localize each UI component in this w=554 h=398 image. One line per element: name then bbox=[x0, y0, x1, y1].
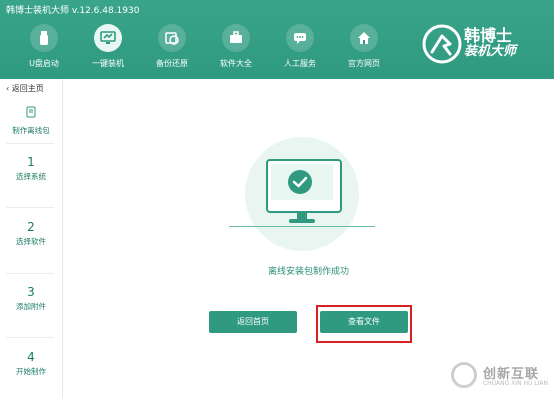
step-make-offline-package: 制作离线包 bbox=[0, 103, 62, 136]
step-number: 2 bbox=[27, 220, 35, 234]
highlight-box bbox=[316, 305, 412, 343]
nav-label: 备份还原 bbox=[156, 59, 188, 68]
step-label: 选择系统 bbox=[16, 172, 46, 181]
chat-service-icon bbox=[286, 24, 314, 52]
watermark-en: CHUANG XIN HU LIAN bbox=[482, 380, 548, 387]
back-home-link[interactable]: ‹ 返回主页 bbox=[6, 83, 44, 94]
software-briefcase-icon bbox=[222, 24, 250, 52]
backup-restore-icon bbox=[158, 24, 186, 52]
step-select-software: 2 选择软件 bbox=[0, 221, 62, 247]
step-divider bbox=[6, 273, 54, 274]
return-home-button[interactable]: 返回首页 bbox=[209, 311, 297, 333]
package-icon bbox=[0, 103, 62, 122]
nav-label: 一键装机 bbox=[92, 59, 124, 68]
brand-sub: 装机大师 bbox=[464, 44, 517, 59]
step-add-attachments: 3 添加附件 bbox=[0, 286, 62, 312]
watermark-logo-icon bbox=[450, 362, 477, 388]
main-content: 离线安装包制作成功 返回首页 查看文件 创新互联 CHUANG XIN HU L… bbox=[63, 79, 554, 398]
step-divider bbox=[6, 337, 54, 338]
monitor-install-icon bbox=[94, 24, 122, 52]
watermark-text: 创新互联 CHUANG XIN HU LIAN bbox=[483, 363, 548, 387]
nav-item-backup-restore[interactable]: 备份还原 bbox=[150, 24, 194, 69]
back-label: 返回主页 bbox=[11, 84, 44, 93]
watermark: 创新互联 CHUANG XIN HU LIAN bbox=[450, 362, 548, 388]
step-divider bbox=[6, 143, 54, 144]
step-number: 3 bbox=[27, 285, 35, 299]
step-divider bbox=[6, 207, 54, 208]
brand-logo: 韩博士 装机大师 bbox=[420, 20, 548, 68]
step-label: 选择软件 bbox=[16, 237, 46, 246]
home-website-icon bbox=[350, 24, 378, 52]
nav-label: 人工服务 bbox=[284, 59, 316, 68]
step-number: 4 bbox=[27, 350, 35, 364]
step-label: 添加附件 bbox=[16, 302, 46, 311]
monitor-base bbox=[289, 219, 315, 223]
step-start-making: 4 开始制作 bbox=[0, 351, 62, 377]
nav-item-official-site[interactable]: 官方网页 bbox=[342, 24, 386, 69]
sidebar: ‹ 返回主页 制作离线包 1 选择系统 2 选择软件 3 添加附件 4 开始制作 bbox=[0, 79, 63, 398]
check-circle-icon bbox=[288, 170, 312, 194]
nav-label: U盘启动 bbox=[29, 59, 59, 68]
nav-item-one-click-install[interactable]: 一键装机 bbox=[86, 24, 130, 69]
nav-label: 软件大全 bbox=[220, 59, 252, 68]
brand-name: 韩博士 bbox=[464, 26, 513, 45]
brand-text: 韩博士 装机大师 bbox=[464, 28, 516, 60]
success-message: 离线安装包制作成功 bbox=[267, 267, 349, 277]
nav-item-usb-boot[interactable]: U盘启动 bbox=[22, 24, 66, 69]
usb-drive-icon bbox=[30, 24, 58, 52]
success-illustration bbox=[229, 137, 375, 251]
step-label: 开始制作 bbox=[16, 367, 46, 376]
step-select-system: 1 选择系统 bbox=[0, 156, 62, 182]
step-label: 制作离线包 bbox=[12, 126, 50, 135]
app-header: 韩博士装机大师 v.12.6.48.1930 U盘启动 一键装机 备份还原 软件… bbox=[0, 0, 554, 79]
nav-item-manual-service[interactable]: 人工服务 bbox=[278, 24, 322, 69]
decor-line bbox=[229, 226, 375, 227]
top-nav: U盘启动 一键装机 备份还原 软件大全 人工服务 官方网页 bbox=[22, 24, 386, 69]
brand-mascot-icon bbox=[422, 24, 462, 64]
step-number: 1 bbox=[27, 155, 35, 169]
window-title: 韩博士装机大师 v.12.6.48.1930 bbox=[6, 6, 140, 16]
chevron-left-icon: ‹ bbox=[6, 84, 10, 93]
nav-item-software[interactable]: 软件大全 bbox=[214, 24, 258, 69]
nav-label: 官方网页 bbox=[348, 59, 380, 68]
